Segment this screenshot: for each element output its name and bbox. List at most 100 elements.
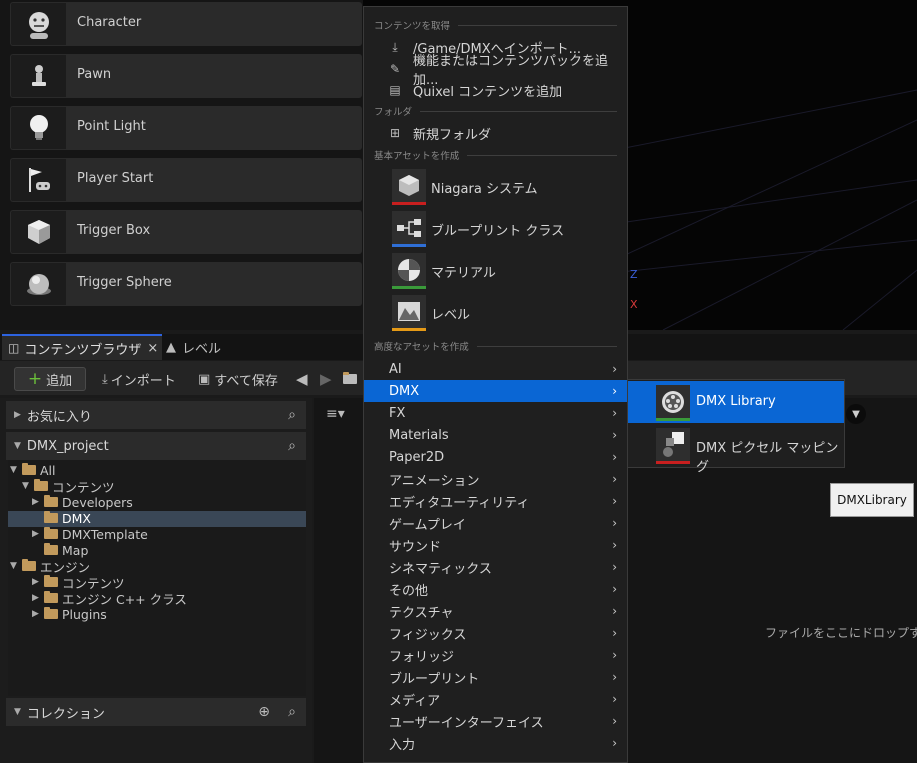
menu-section-advanced-assets: 高度なアセットを作成 — [374, 339, 617, 353]
level-icon: ▲ — [166, 339, 176, 355]
axis-z-label: Z — [630, 268, 638, 281]
collections-label: コレクション — [26, 706, 105, 722]
import-button[interactable]: ⤓ インポート — [102, 367, 176, 391]
chevron-right-icon: › — [612, 428, 617, 442]
chevron-right-icon: › — [612, 582, 617, 596]
submenu-media[interactable]: メディア › — [364, 688, 627, 710]
chevron-right-icon: › — [612, 736, 617, 750]
actor-point-light[interactable]: Point Light — [10, 106, 362, 150]
actor-label: Player Start — [77, 171, 154, 186]
chevron-right-icon: › — [612, 604, 617, 618]
add-feature-pack-item[interactable]: ✎ 機能またはコンテンツパックを追加... — [364, 54, 627, 88]
tree-node[interactable]: ▶ Plugins — [32, 606, 107, 622]
favorites-header[interactable]: ▶ お気に入り ⌕ — [6, 401, 306, 429]
search-icon[interactable]: ⌕ — [288, 704, 296, 720]
save-all-button[interactable]: ▣ すべて保存 — [198, 367, 278, 391]
chevron-down-icon: ▼ — [14, 707, 21, 717]
actor-player-start[interactable]: Player Start — [10, 158, 362, 202]
submenu-physics[interactable]: フィジックス › — [364, 622, 627, 644]
tab-level[interactable]: ▲ レベル — [166, 334, 246, 360]
actor-pawn[interactable]: Pawn — [10, 54, 362, 98]
add-quixel-item[interactable]: ▤ Quixel コンテンツを追加 — [364, 79, 627, 101]
submenu-dmx[interactable]: DMX › — [364, 380, 627, 402]
chevron-right-icon: › — [612, 626, 617, 640]
search-icon[interactable]: ⌕ — [288, 438, 296, 454]
folder-icon[interactable] — [343, 367, 361, 391]
submenu-gameplay[interactable]: ゲームプレイ › — [364, 512, 627, 534]
import-icon: ⤓ — [392, 39, 398, 54]
add-collection-icon[interactable]: ⊕ — [258, 704, 270, 720]
dmx-pixel-mapping-item[interactable]: DMX ピクセル マッピング — [628, 424, 844, 475]
chevron-right-icon: › — [612, 692, 617, 706]
tree-node[interactable]: ▶ Developers — [32, 494, 133, 510]
submenu-foliage[interactable]: フォリッジ › — [364, 644, 627, 666]
chevron-right-icon: › — [612, 472, 617, 486]
chevron-right-icon: ▶ — [14, 410, 21, 420]
add-button[interactable]: + 追加 — [14, 367, 86, 391]
dmx-pixel-mapping-icon — [656, 428, 690, 464]
quixel-icon: ▤ — [389, 83, 401, 97]
submenu-paper2d[interactable]: Paper2D › — [364, 446, 627, 468]
trigger-box-icon — [11, 211, 66, 253]
chevron-down-icon: ▼ — [14, 441, 21, 451]
menu-section-get-content: コンテンツを取得 — [374, 18, 617, 32]
submenu-animation[interactable]: アニメーション › — [364, 468, 627, 490]
blueprint-icon — [392, 211, 426, 247]
actor-trigger-box[interactable]: Trigger Box — [10, 210, 362, 254]
dmx-submenu: DMX Library DMX ピクセル マッピング — [627, 379, 845, 475]
submenu-materials[interactable]: Materials › — [364, 424, 627, 446]
tree-node[interactable]: ▼ All — [10, 462, 56, 478]
submenu-blueprint[interactable]: ブループリント › — [364, 666, 627, 688]
chevron-down-icon[interactable]: ▼ — [846, 404, 866, 424]
chevron-right-icon: › — [612, 538, 617, 552]
import-icon: ⤓ — [102, 371, 108, 387]
submenu-fx[interactable]: FX › — [364, 402, 627, 424]
submenu-sound[interactable]: サウンド › — [364, 534, 627, 556]
chevron-right-icon: › — [612, 560, 617, 574]
submenu-ai[interactable]: AI › — [364, 358, 627, 380]
tree-node[interactable]: ▶ DMXTemplate — [32, 526, 148, 542]
dmx-library-item[interactable]: DMX Library — [628, 381, 844, 423]
plus-icon: + — [27, 368, 43, 389]
tree-node[interactable]: ▼ コンテンツ — [22, 478, 115, 495]
project-header[interactable]: ▼ DMX_project ⌕ — [6, 432, 306, 460]
character-icon — [11, 3, 66, 45]
actor-trigger-sphere[interactable]: Trigger Sphere — [10, 262, 362, 306]
material-icon — [392, 253, 426, 289]
submenu-cinematics[interactable]: シネマティックス › — [364, 556, 627, 578]
search-icon[interactable]: ⌕ — [288, 407, 296, 423]
filter-icon[interactable]: ≡▾ — [326, 406, 345, 422]
new-folder-item[interactable]: ⊞ 新規フォルダ — [364, 122, 627, 144]
tab-label: コンテンツブラウザ — [24, 342, 142, 358]
chevron-right-icon: › — [612, 450, 617, 464]
submenu-user-interface[interactable]: ユーザーインターフェイス › — [364, 710, 627, 732]
back-arrow-icon[interactable]: ◀ — [296, 367, 308, 391]
collections-header[interactable]: ▼ コレクション ⊕ ⌕ — [6, 698, 306, 726]
actor-label: Character — [77, 15, 142, 30]
place-actors-panel: Character Pawn Point Light Player Start … — [0, 0, 363, 330]
submenu-editor-utility[interactable]: エディタユーティリティ › — [364, 490, 627, 512]
actor-label: Trigger Sphere — [77, 275, 172, 290]
tree-node[interactable]: DMX — [32, 510, 91, 526]
close-icon[interactable]: × — [147, 341, 158, 356]
trigger-sphere-icon — [11, 263, 66, 305]
tree-node[interactable]: ▶ エンジン C++ クラス — [32, 590, 187, 607]
tab-content-browser[interactable]: ◫ コンテンツブラウザ × — [2, 334, 162, 360]
add-label: 追加 — [46, 373, 73, 389]
material-item[interactable]: マテリアル — [364, 251, 627, 291]
submenu-texture[interactable]: テクスチャ › — [364, 600, 627, 622]
level-item[interactable]: レベル — [364, 293, 627, 333]
blueprint-class-item[interactable]: ブループリント クラス — [364, 209, 627, 249]
submenu-input[interactable]: 入力 › — [364, 732, 627, 754]
forward-arrow-icon[interactable]: ▶ — [320, 367, 332, 391]
niagara-system-item[interactable]: Niagara システム — [364, 167, 627, 207]
actor-character[interactable]: Character — [10, 2, 362, 46]
chevron-right-icon: › — [612, 648, 617, 662]
axis-x-label: X — [630, 298, 638, 311]
player-start-icon — [11, 159, 66, 201]
content-browser-icon: ◫ — [8, 341, 20, 355]
project-label: DMX_project — [26, 438, 109, 454]
chevron-right-icon: › — [612, 670, 617, 684]
save-icon: ▣ — [198, 371, 211, 387]
submenu-other[interactable]: その他 › — [364, 578, 627, 600]
